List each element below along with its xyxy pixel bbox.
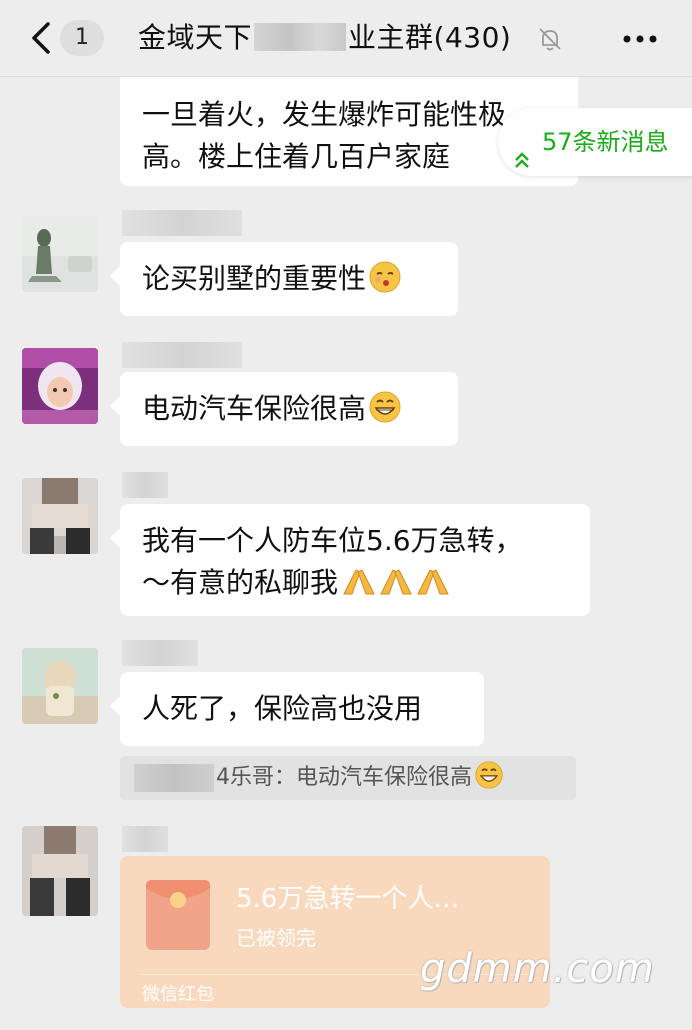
sender-name-blurred xyxy=(122,210,242,236)
mute-bell-icon xyxy=(537,26,563,52)
message-text: 论买别墅的重要性 xyxy=(142,262,367,295)
avatar[interactable] xyxy=(22,216,98,292)
kissing-face-emoji-icon xyxy=(368,260,402,306)
message-line-row: ～有意的私聊我 xyxy=(142,562,568,610)
red-packet-footer: 微信红包 xyxy=(142,984,214,1005)
double-chevron-up-icon xyxy=(510,130,534,198)
message-text: 电动汽车保险很高 xyxy=(142,392,367,425)
grinning-face-emoji-icon xyxy=(368,390,402,436)
folded-hands-emoji-icon xyxy=(340,564,452,610)
chat-title-suffix: 业主群(430) xyxy=(348,21,512,54)
sender-name-blurred xyxy=(122,826,168,852)
sender-name-blurred xyxy=(122,472,168,498)
blurred-title-segment xyxy=(254,23,347,51)
quoted-text-row: 4乐哥：电动汽车保险很高 xyxy=(216,756,504,800)
avatar[interactable] xyxy=(22,648,98,724)
message-bubble[interactable]: 我有一个人防车位5.6万急转， ～有意的私聊我 xyxy=(110,504,590,616)
watermark-text: gdmm.com xyxy=(420,946,655,992)
message-bubble[interactable]: 电动汽车保险很高 xyxy=(110,372,458,446)
more-dots-icon[interactable] xyxy=(620,26,660,52)
chat-title-prefix: 金域天下 xyxy=(138,21,253,54)
chat-title: 金域天下 业主群(430) xyxy=(138,18,511,58)
message-bubble[interactable]: 论买别墅的重要性 xyxy=(110,242,458,316)
message-line: 一旦着火，发生爆炸可能性极 xyxy=(142,98,507,131)
avatar[interactable] xyxy=(22,478,98,554)
message-line: ～有意的私聊我 xyxy=(142,566,339,599)
red-packet-status: 已被领完 xyxy=(236,926,316,950)
quoted-text: 4乐哥：电动汽车保险很高 xyxy=(216,765,472,790)
avatar[interactable] xyxy=(22,826,98,916)
red-packet-icon xyxy=(146,880,210,950)
sender-name-blurred xyxy=(122,342,242,368)
message-text: 人死了，保险高也没用 xyxy=(142,692,423,725)
new-messages-label: 57条新消息 xyxy=(542,128,669,156)
message-line: 高。楼上住着几百户家庭 xyxy=(142,140,451,173)
message-line: 我有一个人防车位5.6万急转， xyxy=(142,524,523,557)
chat-header: 1 金域天下 业主群(430) xyxy=(0,0,692,77)
message-bubble[interactable]: 人死了，保险高也没用 xyxy=(110,672,484,746)
back-chevron-icon[interactable] xyxy=(22,18,62,58)
new-messages-button[interactable]: 57条新消息 xyxy=(498,108,692,176)
quoted-message[interactable]: 4乐哥：电动汽车保险很高 xyxy=(120,756,576,800)
avatar[interactable] xyxy=(22,348,98,424)
unread-count-badge[interactable]: 1 xyxy=(60,20,104,56)
red-packet-title: 5.6万急转一个人… xyxy=(236,884,460,914)
grinning-face-emoji-icon xyxy=(474,760,504,800)
sender-name-blurred xyxy=(122,640,198,666)
quoted-sender-blurred xyxy=(134,764,214,792)
